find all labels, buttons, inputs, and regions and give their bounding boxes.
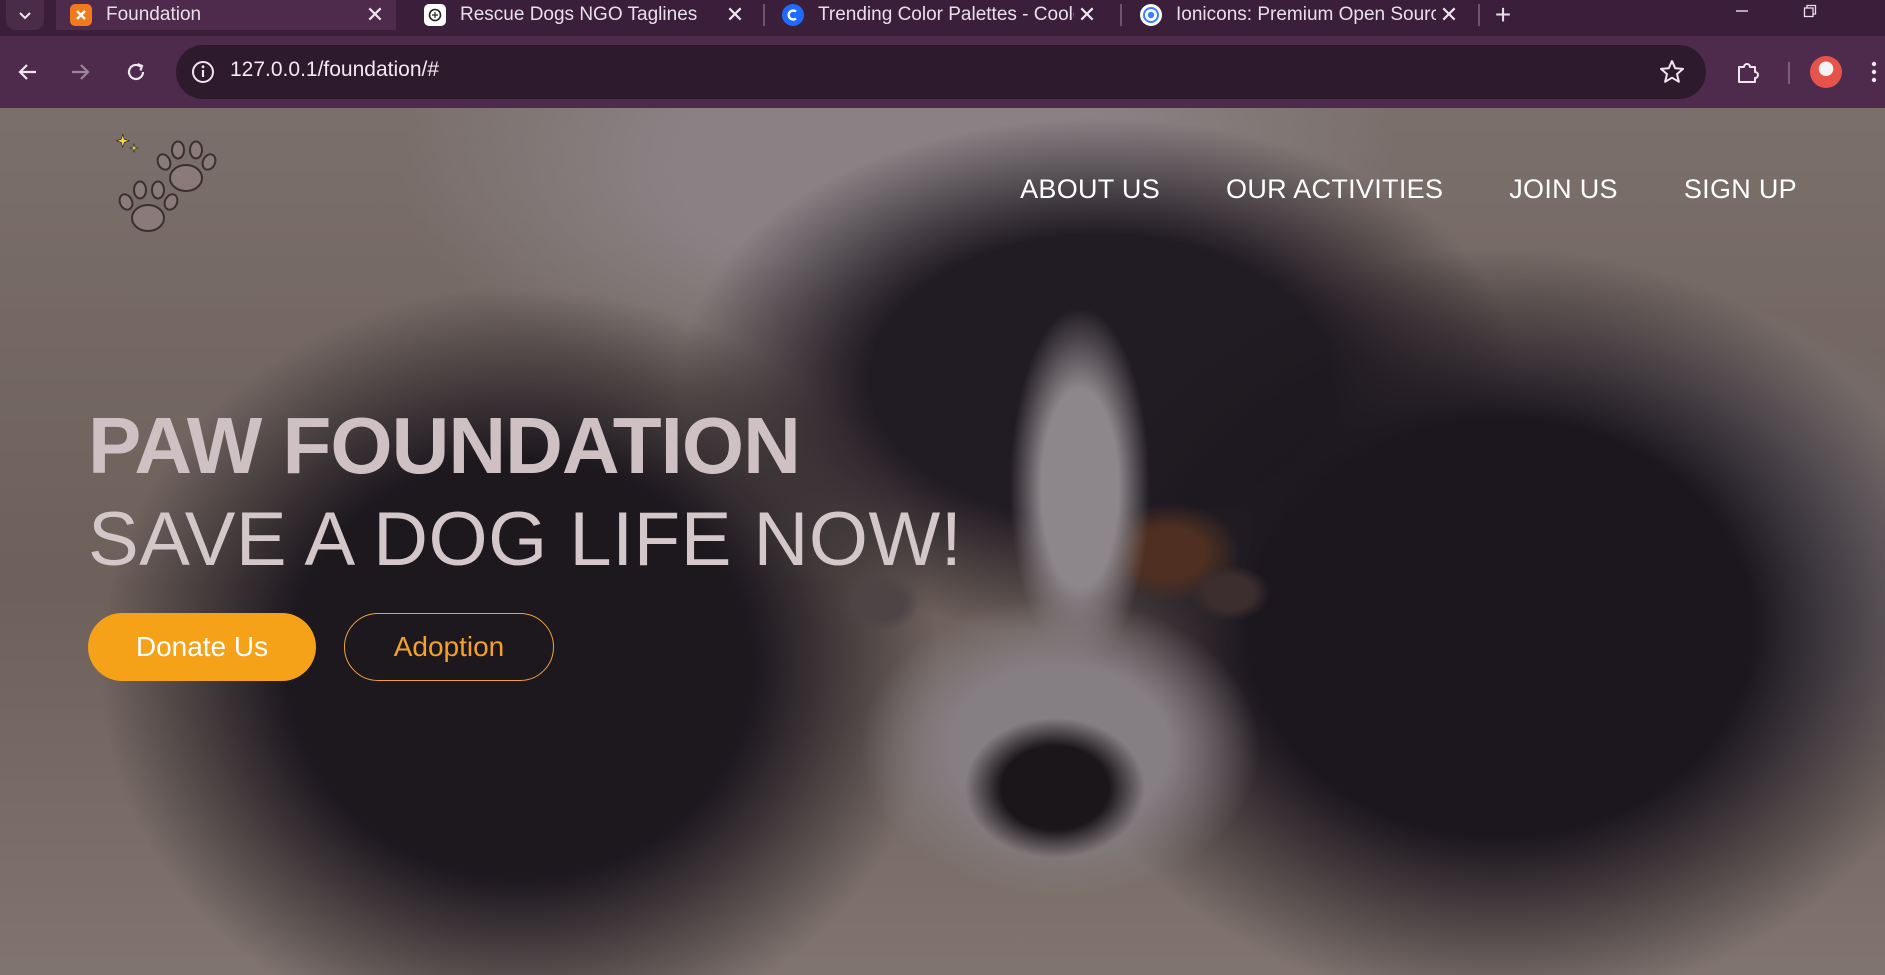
tab-divider <box>763 4 765 26</box>
nav-our-activities[interactable]: OUR ACTIVITIES <box>1226 174 1443 205</box>
chevron-down-icon <box>19 12 31 20</box>
hero-subtitle: SAVE A DOG LIFE NOW! <box>88 497 963 582</box>
restore-button[interactable] <box>1790 0 1830 22</box>
hero-title: PAW FOUNDATION <box>88 401 801 490</box>
minimize-icon <box>1736 10 1748 12</box>
tab-ionicons[interactable]: Ionicons: Premium Open Source ✕ <box>1126 0 1470 30</box>
browser-toolbar: 127.0.0.1/foundation/# <box>0 36 1885 108</box>
adoption-button[interactable]: Adoption <box>344 613 554 681</box>
main-nav: ABOUT US OUR ACTIVITIES JOIN US SIGN UP <box>954 174 1797 205</box>
forward-button[interactable] <box>62 54 98 90</box>
hero-section: ABOUT US OUR ACTIVITIES JOIN US SIGN UP … <box>0 108 1885 975</box>
chatgpt-icon <box>424 4 446 26</box>
site-info-icon[interactable] <box>190 59 216 85</box>
tab-divider <box>1478 4 1480 26</box>
toolbar-divider <box>1788 62 1790 84</box>
xampp-icon <box>70 4 92 26</box>
puzzle-icon <box>1738 63 1759 83</box>
nav-join-us[interactable]: JOIN US <box>1509 174 1618 205</box>
tab-title: Trending Color Palettes - Coolors <box>818 4 1074 25</box>
ionicons-icon <box>1140 4 1162 26</box>
nav-sign-up[interactable]: SIGN UP <box>1684 174 1797 205</box>
tab-strip: Foundation ✕ Rescue Dogs NGO Taglines ✕ … <box>0 0 1885 36</box>
tab-coolors[interactable]: Trending Color Palettes - Coolors ✕ <box>768 0 1108 30</box>
tab-title: Ionicons: Premium Open Source <box>1176 4 1436 25</box>
close-tab-icon[interactable]: ✕ <box>722 2 748 28</box>
tab-title: Rescue Dogs NGO Taglines <box>460 4 698 25</box>
url-text[interactable]: 127.0.0.1/foundation/# <box>230 58 439 82</box>
reload-button[interactable] <box>118 54 154 90</box>
restore-icon <box>1803 4 1817 18</box>
close-tab-icon[interactable]: ✕ <box>362 2 388 28</box>
new-tab-button[interactable]: + <box>1488 0 1518 30</box>
reload-icon <box>127 62 145 81</box>
arrow-right-icon <box>72 64 90 80</box>
paw-logo-icon[interactable] <box>112 128 232 238</box>
arrow-left-icon <box>18 64 36 80</box>
donate-button[interactable]: Donate Us <box>88 613 316 681</box>
address-bar[interactable]: 127.0.0.1/foundation/# <box>176 45 1706 99</box>
nav-about-us[interactable]: ABOUT US <box>1020 174 1160 205</box>
minimize-button[interactable] <box>1722 0 1762 22</box>
tab-rescue-dogs[interactable]: Rescue Dogs NGO Taglines ✕ <box>410 0 756 30</box>
extensions-button[interactable] <box>1732 56 1764 88</box>
coolors-icon <box>782 4 804 26</box>
browser-menu-button[interactable] <box>1866 56 1882 88</box>
tab-foundation[interactable]: Foundation ✕ <box>56 0 396 30</box>
tab-divider <box>1120 4 1122 26</box>
more-vertical-icon <box>1871 61 1877 83</box>
tab-title: Foundation <box>106 4 202 25</box>
close-tab-icon[interactable]: ✕ <box>1436 2 1462 28</box>
profile-avatar[interactable] <box>1810 56 1842 88</box>
back-button[interactable] <box>10 54 46 90</box>
bookmark-star-icon[interactable] <box>1658 58 1686 86</box>
tab-search-button[interactable] <box>6 0 44 30</box>
close-tab-icon[interactable]: ✕ <box>1074 2 1100 28</box>
